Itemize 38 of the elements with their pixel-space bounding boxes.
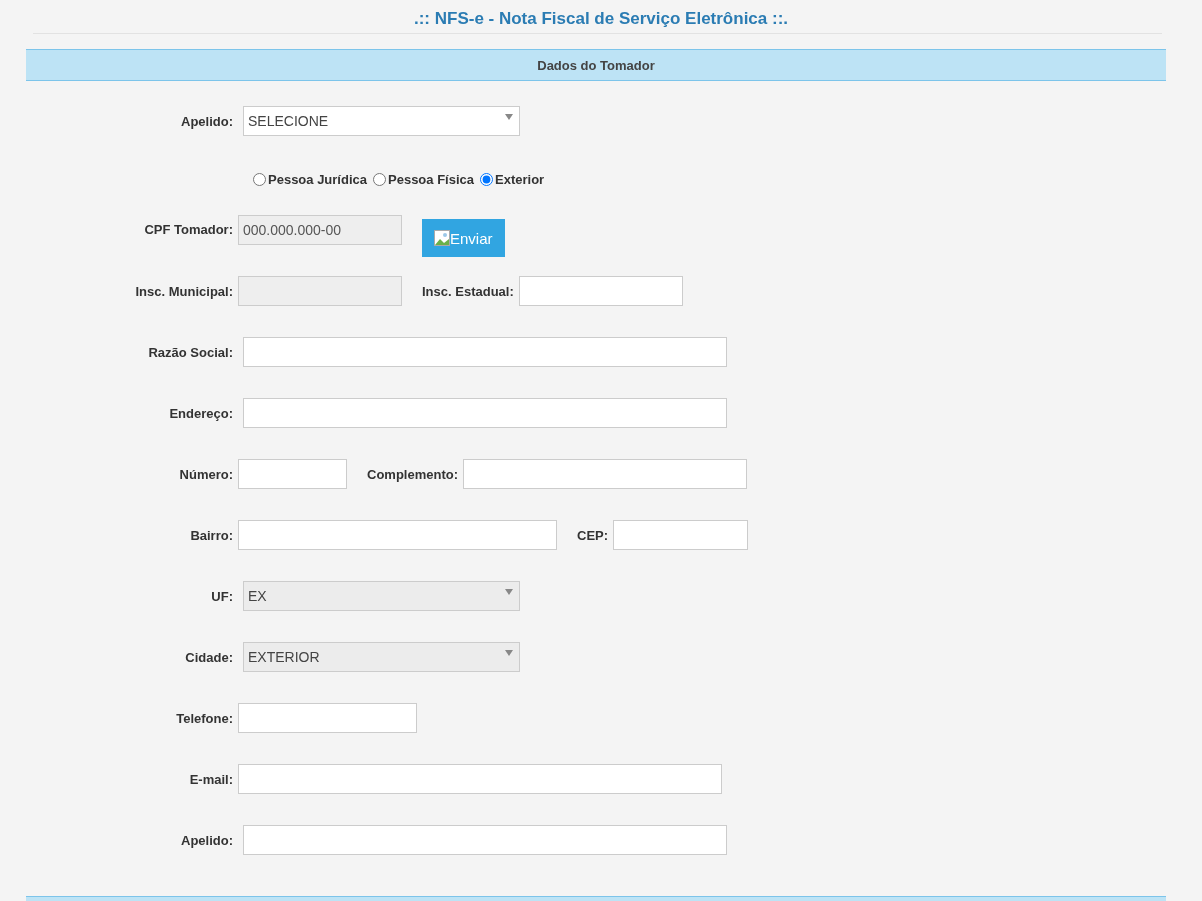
field-label: Insc. Municipal: — [134, 283, 233, 299]
text-input[interactable] — [243, 337, 727, 367]
radio-label: Pessoa Jurídica — [268, 171, 367, 187]
field-label: Bairro: — [189, 527, 233, 543]
caret-icon — [505, 589, 513, 595]
text-input[interactable] — [613, 520, 749, 550]
radio-button[interactable] — [480, 172, 493, 186]
dropdown[interactable]: SELECIONE — [243, 106, 520, 136]
radio-button[interactable] — [253, 172, 266, 186]
field-label: Apelido: — [180, 113, 233, 129]
field-label: Endereço: — [168, 405, 233, 421]
text-input[interactable] — [238, 520, 557, 550]
caret-icon — [505, 650, 513, 656]
radio-label: Pessoa Física — [388, 171, 474, 187]
text-input[interactable] — [243, 398, 727, 428]
text-input[interactable] — [238, 764, 722, 794]
caret-icon — [505, 114, 513, 120]
text-input[interactable] — [238, 459, 347, 489]
section-header: Dados do Tomador — [26, 49, 1166, 81]
field-label: CEP: — [577, 527, 609, 543]
radio-label: Exterior — [495, 171, 545, 187]
text-input[interactable] — [463, 459, 747, 489]
field-label: Cidade: — [184, 649, 233, 665]
field-label: Insc. Estadual: — [422, 283, 514, 299]
text-input[interactable] — [518, 276, 683, 306]
field-label: Apelido: — [180, 832, 233, 848]
broken-image-icon — [434, 230, 450, 246]
field-label: Número: — [178, 466, 233, 482]
field-label: E-mail: — [188, 771, 233, 787]
field-label: Complemento: — [367, 466, 458, 482]
radio-button[interactable] — [373, 172, 386, 186]
field-label: CPF Tomador: — [143, 221, 233, 239]
page-title: .:: NFS-e - Nota Fiscal de Serviço Eletrônica ::. — [412, 8, 790, 30]
field-label: UF: — [210, 588, 233, 604]
field-label: Telefone: — [175, 710, 233, 726]
field-label: Razão Social: — [147, 344, 233, 360]
text-input[interactable] — [243, 825, 727, 855]
text-input[interactable] — [238, 703, 417, 733]
